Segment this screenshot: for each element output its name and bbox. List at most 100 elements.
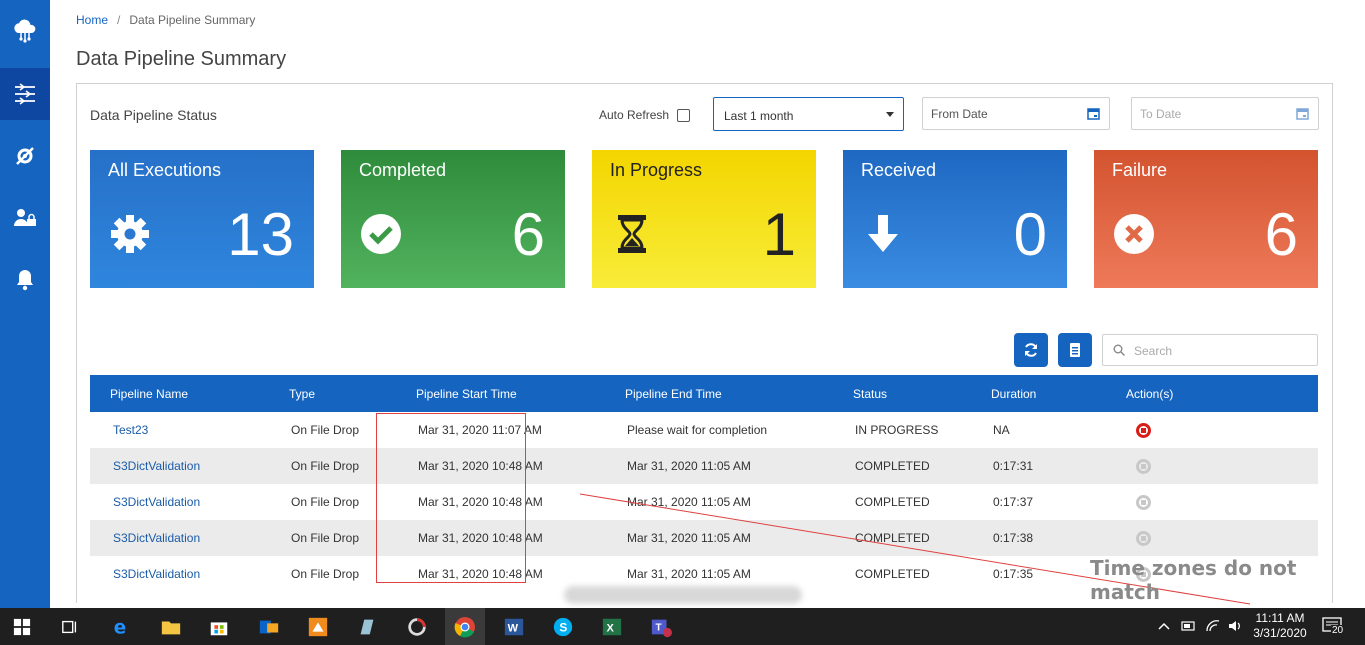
stop-icon-disabled — [1136, 459, 1151, 474]
pipeline-status: COMPLETED — [855, 459, 930, 473]
pipeline-name-link[interactable]: S3DictValidation — [113, 531, 200, 545]
card-in-progress[interactable]: In Progress 1 — [592, 150, 816, 288]
excel-icon[interactable]: X — [600, 615, 624, 639]
pipeline-name-link[interactable]: S3DictValidation — [113, 567, 200, 581]
auto-refresh: Auto Refresh — [599, 108, 691, 122]
notes-app-icon[interactable] — [355, 615, 379, 639]
sidebar-item-settings[interactable] — [0, 130, 50, 182]
card-label: Completed — [359, 160, 447, 180]
notifications-button[interactable]: 20 — [1322, 617, 1345, 636]
table-row: S3DictValidation On File Drop Mar 31, 20… — [90, 520, 1318, 556]
word-icon[interactable]: W — [502, 615, 526, 639]
pipeline-status-panel: Data Pipeline Status Auto Refresh Last 1… — [76, 83, 1333, 603]
bell-icon — [17, 270, 33, 291]
column-header-end-time[interactable]: Pipeline End Time — [625, 375, 853, 412]
svg-text:S: S — [559, 621, 567, 635]
pipeline-name-link[interactable]: S3DictValidation — [113, 459, 200, 473]
table-row: Test23 On File Drop Mar 31, 2020 11:07 A… — [90, 412, 1318, 448]
svg-text:W: W — [508, 623, 519, 635]
refresh-icon — [1025, 343, 1037, 357]
card-label: Failure — [1112, 160, 1168, 180]
taskbar-clock[interactable]: 11:11 AM 3/31/2020 — [1252, 611, 1308, 641]
pipeline-name-link[interactable]: Test23 — [113, 423, 148, 437]
chevron-up-icon[interactable] — [1158, 622, 1170, 630]
from-date-input[interactable]: From Date — [922, 97, 1110, 130]
x-circle-icon — [1114, 214, 1154, 254]
app-icon-orange[interactable] — [306, 615, 330, 639]
breadcrumb-separator: / — [117, 13, 121, 27]
sidebar-item-pipelines[interactable] — [0, 68, 50, 120]
export-button[interactable] — [1058, 333, 1092, 367]
date-range-select[interactable]: Last 1 month — [713, 97, 904, 131]
stop-icon-disabled — [1136, 495, 1151, 510]
svg-text:X: X — [607, 623, 615, 635]
pipeline-status: COMPLETED — [855, 531, 930, 545]
card-value: 1 — [762, 201, 796, 268]
pipeline-end-time: Mar 31, 2020 11:05 AM — [627, 531, 751, 545]
annotation-text: Time zones do not match — [1090, 556, 1297, 604]
skype-icon[interactable]: S — [551, 615, 575, 639]
search-icon — [1113, 344, 1125, 356]
column-header-name[interactable]: Pipeline Name — [90, 375, 289, 412]
sidebar-item-users[interactable] — [0, 192, 50, 244]
tools-icon — [16, 147, 34, 165]
pipeline-duration: 0:17:37 — [993, 495, 1034, 509]
edge-browser-icon[interactable]: e — [110, 615, 134, 639]
auto-refresh-checkbox[interactable] — [677, 108, 691, 122]
pipeline-name-link[interactable]: S3DictValidation — [113, 495, 200, 509]
pipeline-end-time: Please wait for completion — [627, 423, 768, 437]
pipeline-end-time: Mar 31, 2020 11:05 AM — [627, 495, 751, 509]
redacted-area — [564, 586, 802, 604]
app-icon-ring[interactable] — [405, 615, 429, 639]
check-circle-icon — [361, 214, 401, 254]
task-view-icon[interactable] — [58, 615, 82, 639]
calendar-icon[interactable] — [1087, 107, 1100, 120]
card-value: 6 — [511, 201, 545, 268]
from-date-placeholder: From Date — [931, 107, 988, 121]
pipeline-end-time: Mar 31, 2020 11:05 AM — [627, 459, 751, 473]
outlook-icon[interactable] — [257, 615, 281, 639]
svg-text:T: T — [656, 623, 663, 634]
volume-icon[interactable] — [1227, 619, 1243, 633]
pipeline-duration: 0:17:38 — [993, 531, 1034, 545]
wifi-icon[interactable] — [1205, 619, 1221, 633]
to-date-input[interactable]: To Date — [1131, 97, 1319, 130]
user-lock-icon — [14, 209, 36, 226]
table-row: S3DictValidation On File Drop Mar 31, 20… — [90, 484, 1318, 520]
card-value: 6 — [1264, 201, 1298, 268]
refresh-button[interactable] — [1014, 333, 1048, 367]
sidebar — [0, 0, 50, 608]
page-title: Data Pipeline Summary — [76, 48, 287, 70]
search-input[interactable]: Search — [1102, 334, 1318, 366]
sidebar-item-cloud[interactable] — [0, 6, 50, 58]
teams-icon[interactable]: T — [649, 615, 673, 639]
card-received[interactable]: Received 0 — [843, 150, 1067, 288]
clock-time: 11:11 AM — [1255, 611, 1305, 625]
battery-icon[interactable] — [1181, 621, 1197, 631]
auto-refresh-label: Auto Refresh — [599, 108, 670, 122]
start-time-highlight — [376, 413, 526, 583]
file-explorer-icon[interactable] — [159, 615, 183, 639]
breadcrumb-home[interactable]: Home — [76, 13, 108, 27]
windows-start-icon[interactable] — [10, 615, 34, 639]
sidebar-item-notifications[interactable] — [0, 254, 50, 306]
card-failure[interactable]: Failure 6 — [1094, 150, 1318, 288]
caret-down-icon — [886, 112, 894, 117]
stop-icon-disabled — [1136, 531, 1151, 546]
card-completed[interactable]: Completed 6 — [341, 150, 565, 288]
card-all-executions[interactable]: All Executions 13 — [90, 150, 314, 288]
column-header-type[interactable]: Type — [289, 375, 416, 412]
store-icon[interactable] — [207, 615, 231, 639]
chrome-icon[interactable] — [445, 608, 485, 645]
card-label: In Progress — [610, 160, 703, 180]
column-header-duration[interactable]: Duration — [991, 375, 1126, 412]
search-placeholder: Search — [1134, 344, 1173, 358]
to-date-placeholder: To Date — [1140, 107, 1182, 121]
pipeline-status: COMPLETED — [855, 567, 930, 581]
panel-title: Data Pipeline Status — [90, 107, 217, 123]
card-value: 0 — [1013, 201, 1047, 268]
calendar-icon[interactable] — [1296, 107, 1309, 120]
column-header-start-time[interactable]: Pipeline Start Time — [416, 375, 625, 412]
column-header-status[interactable]: Status — [853, 375, 991, 412]
stop-icon[interactable] — [1136, 423, 1151, 438]
